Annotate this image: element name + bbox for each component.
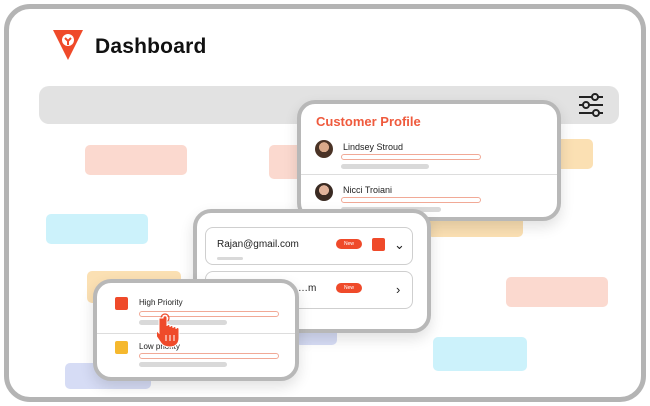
contact-row[interactable]: Rajan@gmail.com New ⌄ — [205, 227, 413, 265]
bg-tile — [85, 145, 187, 175]
chevron-down-icon[interactable]: ⌄ — [394, 238, 405, 251]
chevron-right-icon[interactable]: › — [396, 283, 400, 296]
placeholder-line — [217, 257, 243, 260]
filter-sliders-icon[interactable] — [577, 92, 605, 118]
divider — [97, 333, 295, 334]
contact-email: …m — [298, 283, 317, 294]
avatar — [315, 140, 333, 158]
priority-color-low — [115, 341, 128, 354]
progress-outline — [341, 154, 481, 160]
new-badge: New — [336, 283, 362, 293]
logo-icon — [53, 30, 83, 60]
priority-label-high[interactable]: High Priority — [139, 298, 183, 307]
status-square — [372, 238, 385, 251]
bg-tile — [46, 214, 148, 244]
new-badge: New — [336, 239, 362, 249]
placeholder-line — [139, 362, 227, 367]
bg-tile — [433, 337, 527, 371]
divider — [301, 174, 557, 175]
app-frame: Dashboard Customer Profile Lindsey Strou… — [4, 4, 646, 402]
placeholder-line — [341, 164, 429, 169]
customer-name: Nicci Troiani — [343, 185, 393, 195]
priority-card: High Priority Low priority — [93, 279, 299, 381]
contact-email: Rajan@gmail.com — [217, 239, 299, 250]
customer-profile-card: Customer Profile Lindsey Stroud Nicci Tr… — [297, 100, 561, 221]
customer-row[interactable]: Lindsey Stroud — [301, 136, 557, 178]
card-title: Customer Profile — [316, 114, 421, 129]
progress-outline — [139, 353, 279, 359]
avatar — [315, 183, 333, 201]
pointer-hand-icon — [157, 313, 180, 348]
customer-name: Lindsey Stroud — [343, 142, 404, 152]
priority-color-high — [115, 297, 128, 310]
page-title: Dashboard — [95, 35, 207, 58]
bg-tile — [506, 277, 608, 307]
progress-outline — [341, 197, 481, 203]
